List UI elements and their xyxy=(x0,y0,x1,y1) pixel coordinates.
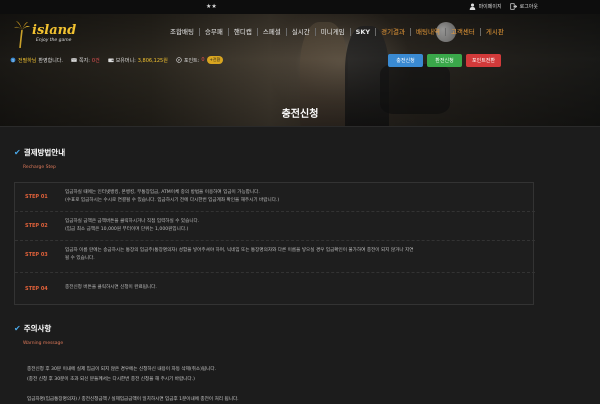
point-value: 0 xyxy=(201,57,205,63)
nav-support[interactable]: 고객센터 xyxy=(446,28,481,36)
step-text: 입금자 이름 란에는 송금하시는 통장의 입금주(통장명의자) 성함을 넣어주셔… xyxy=(65,247,525,263)
withdraw-request-button[interactable]: 환전신청 xyxy=(427,54,462,67)
check-icon: ✔ xyxy=(14,324,21,333)
nav-live[interactable]: 실시간 xyxy=(287,28,316,36)
step-text: 입금하실 금액은 금액버튼을 클릭하시거나 직접 입력하실 수 있습니다. (입… xyxy=(65,218,525,234)
warning-title: 주의사항 xyxy=(23,324,52,333)
step-line: 될 수 있습니다. xyxy=(65,256,95,261)
step-line: 입금하실 때에는 인터넷뱅킹, 폰뱅킹, 무통장입금, ATM이체 중의 방법을… xyxy=(65,190,260,195)
nav-special[interactable]: 스페셜 xyxy=(258,28,287,36)
greeting-text: 환영합니다. xyxy=(38,57,63,64)
money-label: 보유머니: xyxy=(115,57,136,64)
mail-icon xyxy=(71,58,77,62)
warning-messages: 충전신청 후 30분 이내에 실제 입금이 되지 않은 경우에는 신청하신 내용… xyxy=(14,363,534,404)
step-line: 입금하실 금액은 금액버튼을 클릭하시거나 직접 입력하실 수 있습니다. xyxy=(65,219,200,224)
step-label: STEP 01 xyxy=(25,194,48,200)
step-row: STEP 01 입금하실 때에는 인터넷뱅킹, 폰뱅킹, 무통장입금, ATM이… xyxy=(15,183,535,212)
point-icon: P xyxy=(176,57,182,63)
step-row: STEP 02 입금하실 금액은 금액버튼을 클릭하시거나 직접 입력하실 수 … xyxy=(15,212,535,241)
wallet-icon xyxy=(107,58,114,63)
logout-link[interactable]: 로그아웃 xyxy=(509,3,538,10)
payment-steps-box: STEP 01 입금하실 때에는 인터넷뱅킹, 폰뱅킹, 무통장입금, ATM이… xyxy=(14,182,535,306)
action-buttons: 충전신청 환전신청 포인트전환 xyxy=(388,54,501,67)
logout-label: 로그아웃 xyxy=(519,4,538,10)
step-line: 충전신청 버튼을 클릭하시면 신청이 완료됩니다. xyxy=(65,285,157,290)
nav-board[interactable]: 게시판 xyxy=(481,28,509,36)
nav-results[interactable]: 경기결과 xyxy=(376,28,412,36)
logout-icon xyxy=(509,3,517,10)
point-convert-badge[interactable]: +전환 xyxy=(206,56,224,64)
notes-value: 0건 xyxy=(91,57,100,64)
site-logo[interactable]: island Enjoy the game xyxy=(14,20,84,50)
step-line: 입금자 이름 란에는 송금하시는 통장의 입금주(통장명의자) 성함을 넣어주셔… xyxy=(65,248,414,253)
nav-win-lose[interactable]: 승무패 xyxy=(200,28,229,36)
warning-line: 입금자명(입금통장명의자) / 충전신청금액 / 실제입금금액이 일치하시면 입… xyxy=(27,397,239,402)
main-nav: 조합배팅 승무패 핸디캡 스페셜 실시간 미니게임 SKY 경기결과 배팅내역 … xyxy=(165,26,509,38)
check-icon: ✔ xyxy=(14,148,21,157)
top-links: 마이페이지 로그아웃 xyxy=(469,3,538,10)
point-label: 포인트: xyxy=(183,57,200,64)
nav-combo-bet[interactable]: 조합배팅 xyxy=(165,28,200,36)
point-chip: P 포인트: 0 +전환 xyxy=(176,56,224,64)
svg-text:1: 1 xyxy=(12,59,14,63)
user-info-bar: 1 전필하님 환영합니다. 쪽지: 0건 보유머니: 3,806,125원 P … xyxy=(10,56,224,64)
nav-minigame[interactable]: 미니게임 xyxy=(316,28,351,36)
warning-subtitle: Warning message xyxy=(23,341,64,346)
nav-bet-history[interactable]: 배팅내역 xyxy=(411,28,446,36)
mypage-link[interactable]: 마이페이지 xyxy=(469,3,502,10)
user-icon xyxy=(469,3,475,10)
step-line: (수표로 입금하시는 수시로 연결될 수 있습니다. 입금하시기 전에 다시한번… xyxy=(65,198,280,203)
mypage-label: 마이페이지 xyxy=(478,4,502,10)
step-label: STEP 02 xyxy=(25,223,48,229)
charge-request-button[interactable]: 충전신청 xyxy=(388,54,423,67)
top-bar: ★★ 마이페이지 로그아웃 xyxy=(0,0,600,14)
step-text: 충전신청 버튼을 클릭하시면 신청이 완료됩니다. xyxy=(65,284,525,292)
notes-chip[interactable]: 쪽지: 0건 xyxy=(71,57,100,64)
payment-section-title: ✔ 결제방법안내 xyxy=(14,147,65,158)
payment-title: 결제방법안내 xyxy=(23,148,66,157)
level-icon: 1 xyxy=(10,57,16,63)
step-row: STEP 04 충전신청 버튼을 클릭하시면 신청이 완료됩니다. xyxy=(15,273,535,306)
step-label: STEP 03 xyxy=(25,252,48,258)
notes-label: 쪽지: xyxy=(79,57,90,64)
top-stars: ★★ xyxy=(206,3,217,10)
point-exchange-button[interactable]: 포인트전환 xyxy=(466,54,501,67)
warning-section-title: ✔ 주의사항 xyxy=(14,323,51,334)
warning-line: 충전신청 후 30분 이내에 실제 입금이 되지 않은 경우에는 신청하신 내용… xyxy=(27,367,217,372)
money-value: 3,806,125원 xyxy=(137,57,168,64)
step-label: STEP 04 xyxy=(25,286,48,292)
greeting-name: 전필하님 xyxy=(18,57,37,64)
logo-name: island xyxy=(32,23,77,38)
step-text: 입금하실 때에는 인터넷뱅킹, 폰뱅킹, 무통장입금, ATM이체 중의 방법을… xyxy=(65,189,525,205)
warning-line: (충전 신청 후 30분이 초과 되신 분들께서는 다시한번 충전 신청을 해 … xyxy=(27,377,195,382)
step-line: (입금 최소 금액은 10,000원 부터이며 단위는 1,000원입니다.) xyxy=(65,227,189,232)
palm-tree-icon xyxy=(14,21,30,48)
step-row: STEP 03 입금자 이름 란에는 송금하시는 통장의 입금주(통장명의자) … xyxy=(15,241,535,273)
nav-sky[interactable]: SKY xyxy=(351,28,377,36)
nav-handicap[interactable]: 핸디캡 xyxy=(229,28,258,36)
money-chip: 보유머니: 3,806,125원 xyxy=(107,57,168,64)
payment-subtitle: Recharge Step xyxy=(23,165,56,170)
page-title: 충전신청 xyxy=(281,109,319,120)
content-area: ✔ 결제방법안내 Recharge Step STEP 01 입금하실 때에는 … xyxy=(0,126,600,404)
hero-banner: island Enjoy the game 조합배팅 승무패 핸디캡 스페셜 실… xyxy=(0,14,600,126)
greeting: 1 전필하님 환영합니다. xyxy=(10,57,63,64)
logo-tagline: Enjoy the game xyxy=(36,38,72,43)
